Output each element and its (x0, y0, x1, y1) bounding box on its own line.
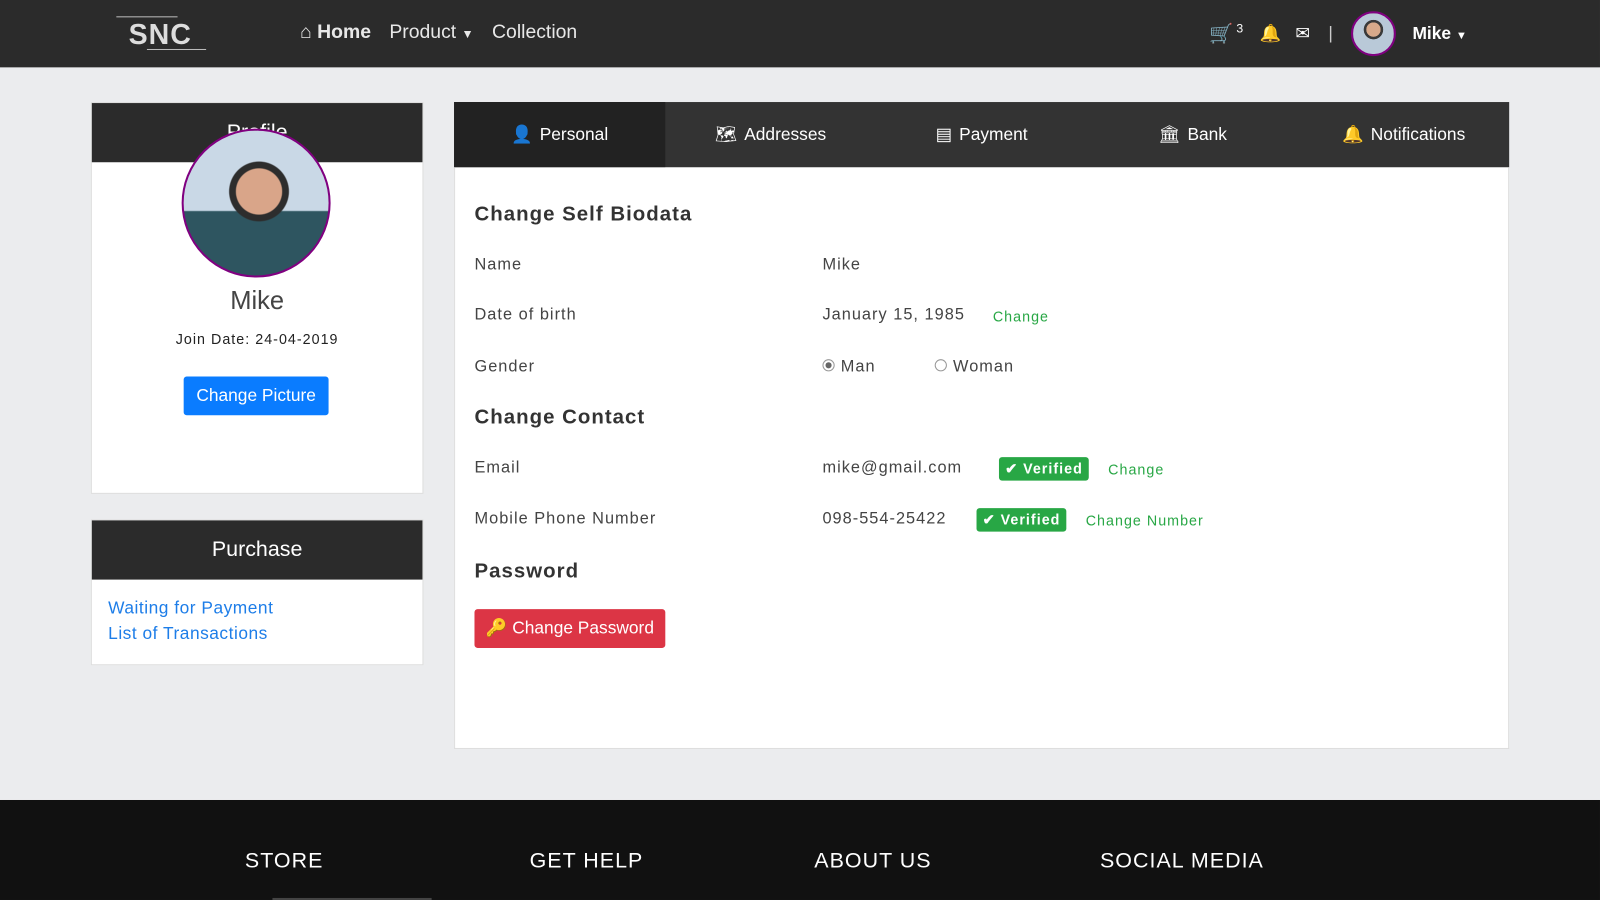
logo-text: SNC (128, 18, 192, 50)
purchase-card: Purchase Waiting for Payment List of Tra… (90, 519, 424, 666)
radio-label: Man (840, 358, 876, 376)
tab-label: Personal (539, 124, 609, 144)
profile-name: Mike (230, 286, 285, 316)
bank-icon: 🏛 (1158, 124, 1181, 144)
user-check-icon: 👤 (510, 124, 533, 144)
separator: | (1328, 23, 1333, 43)
tab-addresses[interactable]: 🗺 Addresses (665, 102, 876, 167)
gender-woman-radio[interactable]: Woman (934, 358, 1015, 376)
tab-notifications[interactable]: 🔔 Notifications (1298, 102, 1509, 167)
caret-down-icon: ▼ (1455, 29, 1467, 42)
change-password-button[interactable]: 🔑 Change Password (474, 609, 666, 648)
user-avatar[interactable] (1351, 11, 1397, 57)
profile-avatar (181, 128, 331, 278)
footer-social-media: SOCIAL MEDIA (1099, 848, 1264, 873)
waiting-payment-link[interactable]: Waiting for Payment (108, 595, 406, 621)
contact-heading: Change Contact (474, 406, 646, 429)
tab-label: Payment (959, 124, 1028, 144)
mail-icon[interactable]: ✉ (1295, 23, 1310, 43)
phone-verified-badge: ✔ Verified (976, 508, 1067, 532)
email-value: mike@gmail.com (822, 459, 963, 477)
footer-get-help: GET HELP (529, 848, 644, 873)
cart-count: 3 (1236, 21, 1244, 36)
radio-unchecked (934, 359, 947, 372)
footer-store: STORE (244, 848, 324, 873)
nav-collection[interactable]: Collection (492, 21, 577, 43)
email-change-link[interactable]: Change (1108, 461, 1164, 477)
radio-label: Woman (953, 358, 1015, 376)
bell-icon: 🔔 (1342, 124, 1364, 144)
nav-home[interactable]: ⌂ Home (300, 21, 371, 43)
settings-tabs: 👤 Personal 🗺 Addresses ▤ Payment 🏛 Bank 🔔 Not… (454, 102, 1510, 168)
name-label: Name (474, 256, 523, 274)
dob-value: January 15, 1985 (822, 306, 965, 324)
bell-icon[interactable]: 🔔 (1260, 23, 1282, 43)
profile-card: Profile Mike Join Date: 24-04-2019 Chang… (90, 102, 424, 494)
footer-about-us: ABOUT US (814, 848, 932, 873)
gender-label: Gender (474, 358, 536, 376)
tab-personal[interactable]: 👤 Personal (454, 102, 666, 168)
badge-label: Verified (1023, 460, 1083, 477)
tab-payment[interactable]: ▤ Payment (876, 102, 1087, 167)
user-name: Mike (1412, 23, 1452, 43)
join-date: Join Date: 24-04-2019 (175, 330, 339, 347)
name-value: Mike (822, 256, 861, 274)
key-icon: 🔑 (485, 618, 508, 638)
credit-card-icon: ▤ (935, 124, 953, 144)
footer: STORE GET HELP ABOUT US SOCIAL MEDIA (0, 799, 1600, 900)
radio-checked (822, 359, 835, 372)
purchase-title: Purchase (91, 520, 423, 580)
change-number-link[interactable]: Change Number (1086, 512, 1204, 528)
map-marker-icon: 🗺 (715, 124, 738, 144)
caret-down-icon: ▼ (461, 26, 474, 41)
nav-home-label: Home (317, 21, 371, 43)
transactions-link[interactable]: List of Transactions (108, 620, 406, 646)
dob-label: Date of birth (474, 306, 577, 324)
cart-icon[interactable]: 🛒 (1209, 21, 1233, 45)
phone-label: Mobile Phone Number (474, 510, 657, 528)
top-navbar: SNC ⌂ Home Product ▼ Collection 🛒 3 🔔 ✉ |… (0, 0, 1600, 68)
badge-label: Verified (1000, 511, 1061, 528)
phone-value: 098-554-25422 (822, 510, 947, 528)
nav-product[interactable]: Product ▼ (389, 21, 473, 43)
tab-label: Addresses (744, 124, 827, 144)
home-icon: ⌂ (299, 21, 312, 43)
nav-product-label: Product (389, 21, 457, 43)
email-label: Email (474, 459, 521, 477)
tab-label: Bank (1187, 124, 1227, 144)
change-picture-button[interactable]: Change Picture (183, 376, 329, 416)
user-menu[interactable]: Mike ▼ (1412, 23, 1467, 43)
gender-man-radio[interactable]: Man (822, 358, 875, 376)
tab-bank[interactable]: 🏛 Bank (1087, 102, 1298, 167)
email-verified-badge: ✔ Verified (998, 457, 1089, 481)
password-heading: Password (474, 560, 580, 583)
biodata-heading: Change Self Biodata (474, 203, 693, 226)
dob-change-link[interactable]: Change (993, 308, 1049, 324)
logo[interactable]: SNC (116, 16, 207, 50)
personal-panel: Change Self Biodata Name Mike Date of bi… (454, 167, 1510, 749)
button-label: Change Password (512, 618, 654, 638)
tab-label: Notifications (1370, 124, 1466, 144)
